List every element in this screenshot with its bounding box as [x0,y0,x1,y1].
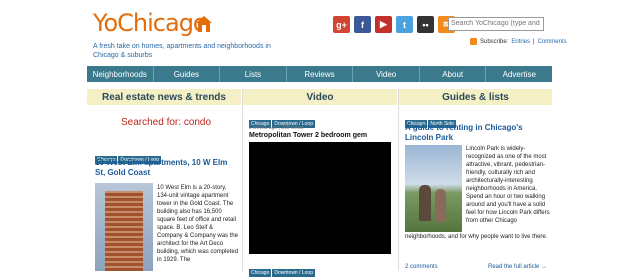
person-figure [435,189,446,222]
person-figure [419,185,431,221]
site-tagline: A fresh take on homes, apartments and ne… [93,43,271,59]
nav-item-guides[interactable]: Guides [154,66,221,82]
read-more-link[interactable]: Read the full article → [488,264,547,270]
column-heading-news: Real estate news & trends [87,89,241,105]
subscribe-entries-link[interactable]: Entries [511,39,530,45]
search-input[interactable] [448,17,544,31]
search-results-heading: Searched for: condo [121,117,212,128]
main-nav: Neighborhoods Guides Lists Reviews Video… [87,66,552,82]
video-meta: 2 weeks ago | 305 views [249,125,304,131]
tag-link[interactable]: Downtown / Loop [272,269,315,277]
google-plus-icon[interactable]: g+ [333,16,350,33]
building-image [105,191,143,271]
video-player[interactable] [249,142,391,254]
comments-link[interactable]: 2 comments [405,264,438,270]
guide-excerpt-continued: neighborhoods, and for why people want t… [405,234,548,240]
rss-icon [470,38,477,45]
guide-excerpt: Lincoln Park is widely-recognized as one… [466,146,550,224]
nav-item-lists[interactable]: Lists [220,66,287,82]
nav-item-about[interactable]: About [420,66,487,82]
guide-title-link[interactable]: A guide to renting in Chicago's Lincoln … [405,123,548,143]
guide-thumbnail[interactable] [405,145,462,232]
subscribe-bar: Subscribe: Entries | Comments [470,38,567,45]
house-icon [196,16,212,32]
subscribe-label: Subscribe: [480,38,509,45]
social-links: g+ f ▶ t •• ≋ [333,16,455,33]
nav-item-video[interactable]: Video [353,66,420,82]
article-thumbnail[interactable] [95,183,153,271]
subscribe-comments-link[interactable]: Comments [538,39,567,45]
video-tags: Chicago Downtown / Loop [249,261,316,279]
nav-item-advertise[interactable]: Advertise [486,66,552,82]
column-divider [398,89,399,271]
video-title-link[interactable]: Metropolitan Tower 2 bedroom gem [249,132,367,139]
nav-item-reviews[interactable]: Reviews [287,66,354,82]
column-divider [242,89,243,271]
logo-yo-text: Yo [93,9,118,37]
facebook-icon[interactable]: f [354,16,371,33]
youtube-icon[interactable]: ▶ [375,16,392,33]
tag-link[interactable]: Chicago [249,269,272,277]
nav-item-neighborhoods[interactable]: Neighborhoods [87,66,154,82]
column-heading-guides: Guides & lists [399,89,552,105]
article-title-link[interactable]: 10 West Elm apartments, 10 W Elm St, Gol… [95,158,238,178]
article-excerpt: 10 West Elm is a 20-story, 134-unit vint… [157,185,239,263]
subscribe-separator: | [533,38,535,45]
logo-chicago-text: Chicago [117,9,207,37]
twitter-icon[interactable]: t [396,16,413,33]
flickr-icon[interactable]: •• [417,16,434,33]
column-heading-video: Video [243,89,397,105]
